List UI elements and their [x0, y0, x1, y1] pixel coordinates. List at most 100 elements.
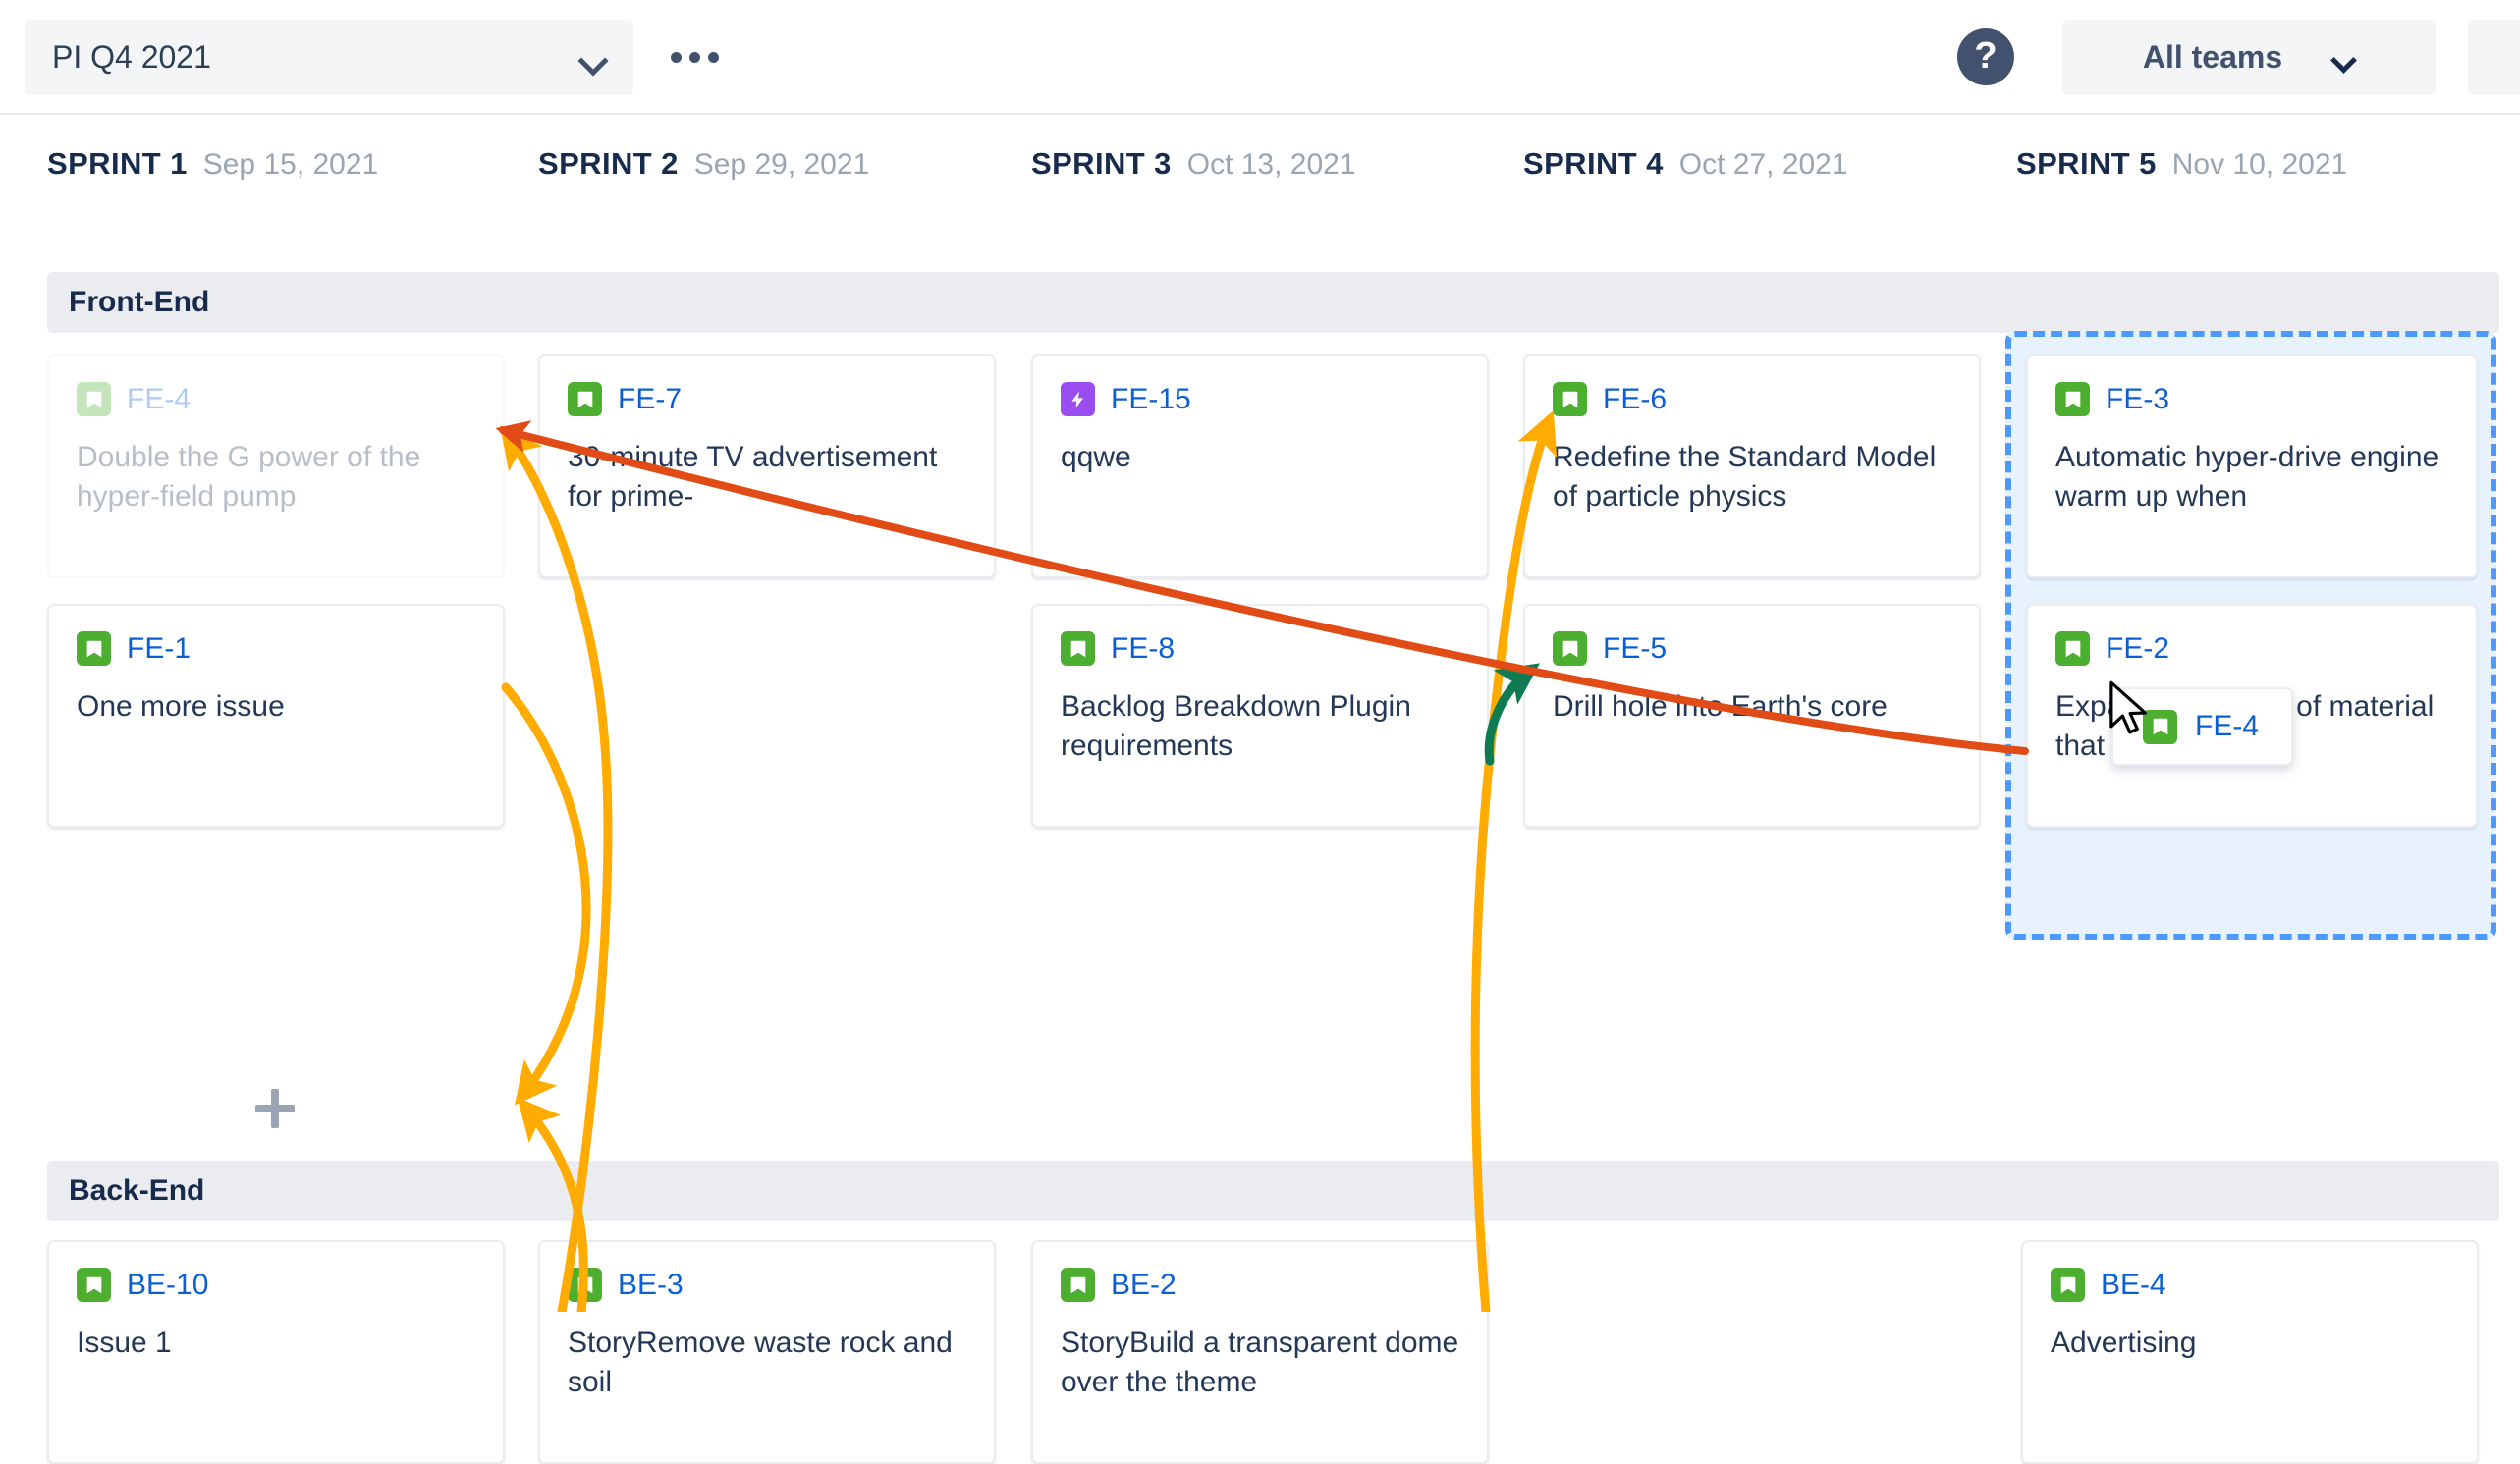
story-type-icon — [1553, 631, 1587, 666]
card-title: Automatic hyper-drive engine warm up whe… — [2055, 438, 2448, 516]
card-key[interactable]: FE-3 — [2106, 383, 2169, 416]
issue-card-fe-5[interactable]: FE-5 Drill hole into Earth's core — [1523, 604, 1981, 828]
story-type-icon — [77, 382, 111, 416]
card-key[interactable]: FE-6 — [1603, 383, 1667, 416]
card-header: FE-3 — [2055, 382, 2448, 416]
story-type-icon — [1061, 1268, 1095, 1302]
drag-preview-key: FE-4 — [2195, 710, 2259, 743]
chevron-down-icon — [580, 50, 606, 66]
top-toolbar: PI Q4 2021 ? All teams — [0, 0, 2520, 115]
card-title: Drill hole into Earth's core — [1553, 687, 1951, 727]
swimlane-header-back-end: Back-End — [47, 1161, 2499, 1221]
issue-card-fe-8[interactable]: FE-8 Backlog Breakdown Plugin requiremen… — [1031, 604, 1489, 828]
more-options-button[interactable] — [660, 33, 729, 81]
sprint-header-5: SPRINT 5 Nov 10, 2021 — [2016, 146, 2347, 182]
add-issue-button[interactable] — [244, 1077, 306, 1140]
card-header: FE-1 — [77, 631, 475, 666]
chevron-down-icon — [2333, 51, 2355, 65]
sprint-header-2: SPRINT 2 Sep 29, 2021 — [538, 146, 869, 182]
question-mark-icon: ? — [1974, 37, 1997, 75]
drag-preview-card: FE-4 — [2111, 687, 2293, 766]
issue-card-fe-4[interactable]: FE-4 Double the G power of the hyper-fie… — [47, 354, 505, 578]
sprint-date: Oct 27, 2021 — [1679, 148, 1848, 182]
story-type-icon — [1061, 631, 1095, 666]
pi-selector-value: PI Q4 2021 — [52, 39, 580, 76]
card-header: FE-2 — [2055, 631, 2448, 666]
toolbar-overflow-button[interactable] — [2468, 20, 2520, 95]
swimlane-title: Back-End — [69, 1174, 204, 1208]
card-key[interactable]: BE-2 — [1111, 1269, 1177, 1302]
story-type-icon — [2055, 631, 2090, 666]
card-title: StoryBuild a transparent dome over the t… — [1061, 1324, 1459, 1402]
card-title: One more issue — [77, 687, 475, 727]
issue-card-fe-3[interactable]: FE-3 Automatic hyper-drive engine warm u… — [2026, 354, 2478, 578]
story-type-icon — [2055, 382, 2090, 416]
card-header: FE-15 — [1061, 382, 1459, 416]
story-type-icon — [77, 1268, 111, 1302]
card-title: Backlog Breakdown Plugin requirements — [1061, 687, 1459, 766]
card-title: Issue 1 — [77, 1324, 475, 1363]
sprint-date: Nov 10, 2021 — [2172, 148, 2347, 182]
issue-card-be-4[interactable]: BE-4 Advertising — [2021, 1240, 2479, 1464]
card-title: Advertising — [2051, 1324, 2449, 1363]
story-type-icon — [2143, 710, 2177, 744]
sprint-header-row: SPRINT 1 Sep 15, 2021 SPRINT 2 Sep 29, 2… — [0, 115, 2520, 223]
sprint-date: Sep 15, 2021 — [203, 148, 379, 182]
card-header: FE-7 — [568, 382, 966, 416]
card-key[interactable]: BE-4 — [2101, 1269, 2166, 1302]
sprint-name: SPRINT 5 — [2016, 146, 2157, 182]
sprint-header-4: SPRINT 4 Oct 27, 2021 — [1523, 146, 1848, 182]
epic-type-icon — [1061, 382, 1095, 416]
card-title: StoryRemove waste rock and soil — [568, 1324, 966, 1402]
card-key[interactable]: FE-5 — [1603, 632, 1667, 666]
card-key[interactable]: FE-8 — [1111, 632, 1175, 666]
card-key[interactable]: FE-15 — [1111, 383, 1191, 416]
pi-selector[interactable]: PI Q4 2021 — [25, 20, 633, 95]
issue-card-fe-1[interactable]: FE-1 One more issue — [47, 604, 505, 828]
card-title: Redefine the Standard Model of particle … — [1553, 438, 1951, 516]
story-type-icon — [568, 382, 602, 416]
card-key[interactable]: FE-4 — [127, 383, 191, 416]
issue-card-fe-6[interactable]: FE-6 Redefine the Standard Model of part… — [1523, 354, 1981, 578]
card-title: 30-minute TV advertisement for prime- — [568, 438, 966, 516]
card-header: FE-4 — [77, 382, 475, 416]
dot-icon — [708, 52, 719, 63]
sprint-header-3: SPRINT 3 Oct 13, 2021 — [1031, 146, 1356, 182]
sprint-name: SPRINT 1 — [47, 146, 188, 182]
swimlane-title: Front-End — [69, 286, 209, 319]
card-title: Double the G power of the hyper-field pu… — [77, 438, 475, 516]
card-header: FE-8 — [1061, 631, 1459, 666]
teams-selector-value: All teams — [2143, 39, 2282, 76]
sprint-header-1: SPRINT 1 Sep 15, 2021 — [47, 146, 378, 182]
issue-card-be-2[interactable]: BE-2 StoryBuild a transparent dome over … — [1031, 1240, 1489, 1464]
card-header: BE-4 — [2051, 1268, 2449, 1302]
card-key[interactable]: FE-7 — [618, 383, 682, 416]
card-title: qqwe — [1061, 438, 1459, 477]
card-header: BE-3 — [568, 1268, 966, 1302]
card-header: FE-5 — [1553, 631, 1951, 666]
card-key[interactable]: FE-1 — [127, 632, 191, 666]
issue-card-fe-15[interactable]: FE-15 qqwe — [1031, 354, 1489, 578]
sprint-name: SPRINT 2 — [538, 146, 679, 182]
card-key[interactable]: BE-3 — [618, 1269, 684, 1302]
sprint-name: SPRINT 3 — [1031, 146, 1172, 182]
card-header: BE-2 — [1061, 1268, 1459, 1302]
swimlane-header-front-end: Front-End — [47, 272, 2499, 333]
program-board: Front-End FE-4 Double the G power of the… — [0, 223, 2520, 1312]
card-key[interactable]: FE-2 — [2106, 632, 2169, 666]
sprint-date: Sep 29, 2021 — [694, 148, 870, 182]
card-header: FE-6 — [1553, 382, 1951, 416]
help-button[interactable]: ? — [1957, 28, 2014, 85]
sprint-name: SPRINT 4 — [1523, 146, 1664, 182]
story-type-icon — [2051, 1268, 2085, 1302]
dot-icon — [689, 52, 700, 63]
story-type-icon — [1553, 382, 1587, 416]
story-type-icon — [568, 1268, 602, 1302]
issue-card-fe-7[interactable]: FE-7 30-minute TV advertisement for prim… — [538, 354, 996, 578]
teams-selector[interactable]: All teams — [2062, 20, 2436, 95]
issue-card-be-3[interactable]: BE-3 StoryRemove waste rock and soil — [538, 1240, 996, 1464]
card-key[interactable]: BE-10 — [127, 1269, 208, 1302]
sprint-date: Oct 13, 2021 — [1187, 148, 1356, 182]
issue-card-be-10[interactable]: BE-10 Issue 1 — [47, 1240, 505, 1464]
dot-icon — [671, 52, 682, 63]
